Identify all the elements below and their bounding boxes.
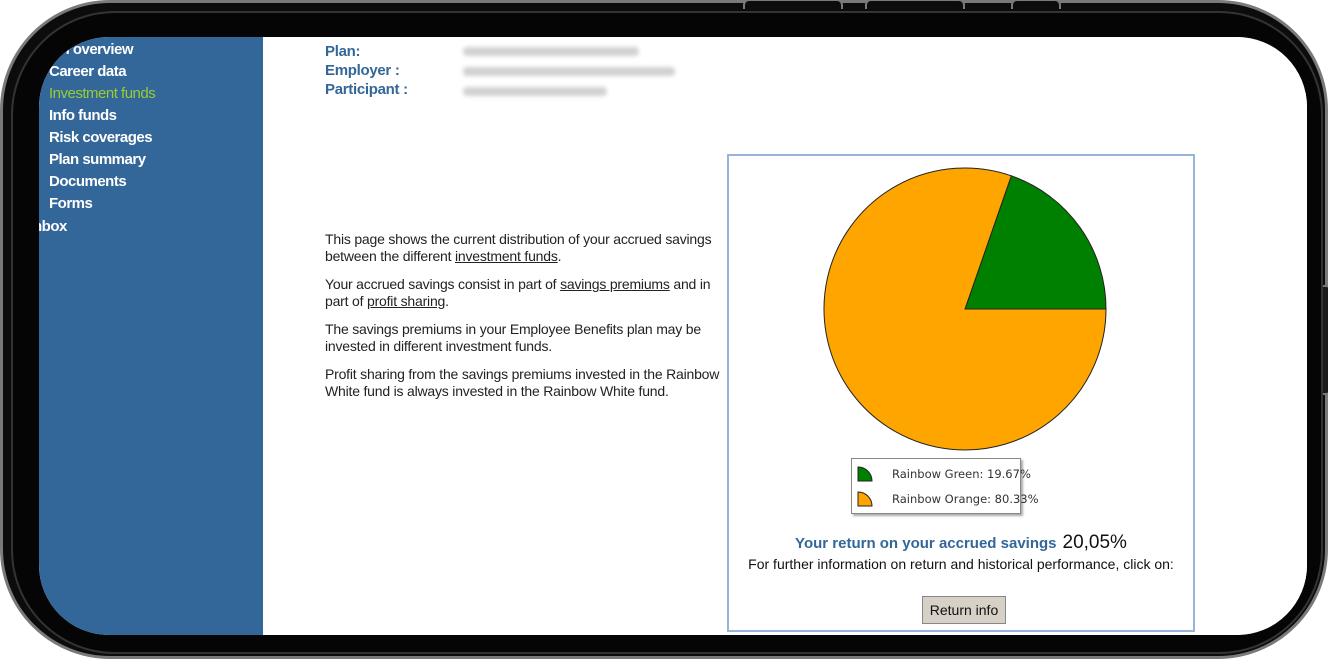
profit-sharing-link[interactable]: profit sharing	[367, 293, 445, 309]
main-content: Plan: Employer : Participant : This page…	[263, 37, 1307, 635]
intro-paragraph-3: The savings premiums in your Employee Be…	[325, 321, 701, 354]
return-info-button[interactable]: Return info	[922, 596, 1006, 624]
intro-text: This page shows the current distribution…	[325, 231, 735, 411]
volume-button	[743, 0, 843, 9]
screen: lan overview Career data Investment fund…	[39, 37, 1307, 635]
participant-label: Participant :	[325, 81, 408, 98]
sidebar-item-forms[interactable]: Forms	[49, 195, 93, 212]
sidebar-item-documents[interactable]: Documents	[49, 173, 127, 190]
sidebar-item-career-data[interactable]: Career data	[49, 63, 127, 80]
legend-label-orange: Rainbow Orange: 80.33%	[892, 492, 1039, 506]
intro-p2-end: .	[445, 293, 449, 309]
intro-paragraph-1: This page shows the current distribution…	[325, 231, 735, 265]
intro-p2-text: Your accrued savings consist in part of	[325, 276, 561, 292]
intro-p1-end: .	[557, 248, 562, 264]
plan-value-redacted	[463, 47, 639, 56]
device-frame: lan overview Career data Investment fund…	[0, 0, 1328, 659]
volume-button	[865, 0, 965, 9]
sidebar-item-plan-summary[interactable]: Plan summary	[49, 151, 146, 168]
legend-swatch-green	[857, 466, 873, 482]
intro-paragraph-2: Your accrued savings consist in part of …	[325, 276, 735, 310]
return-value: 20,05%	[1062, 532, 1127, 553]
sidebar-item-plan-overview[interactable]: lan overview	[49, 41, 134, 58]
sidebar-item-info-funds[interactable]: Info funds	[49, 107, 117, 124]
legend-label-green: Rainbow Green: 19.67%	[892, 467, 1031, 481]
employer-label: Employer :	[325, 62, 400, 79]
return-summary: Your return on your accrued savings 20,05…	[729, 532, 1193, 554]
savings-premiums-link[interactable]: savings premiums	[560, 276, 670, 292]
intro-paragraph-4: Profit sharing from the savings premiums…	[325, 366, 720, 399]
sidebar-item-inbox[interactable]: nbox	[39, 218, 67, 235]
return-label: Your return on your accrued savings	[795, 535, 1057, 552]
sidebar-item-risk-coverages[interactable]: Risk coverages	[49, 129, 153, 146]
legend-item-green: Rainbow Green: 19.67%	[856, 462, 1031, 486]
participant-value-redacted	[463, 87, 607, 96]
power-button	[1011, 0, 1061, 9]
plan-label: Plan:	[325, 43, 361, 60]
further-info-text: For further information on return and hi…	[748, 556, 1174, 572]
pie-chart	[823, 167, 1107, 451]
legend-item-orange: Rainbow Orange: 80.33%	[856, 487, 1039, 511]
chart-legend: Rainbow Green: 19.67% Rainbow Orange: 80…	[851, 458, 1039, 514]
legend-swatch-orange	[857, 491, 873, 507]
investment-funds-link[interactable]: investment funds	[455, 248, 558, 264]
employer-value-redacted	[463, 67, 675, 76]
sidebar-nav: lan overview Career data Investment fund…	[39, 37, 263, 635]
fund-distribution-panel: Rainbow Green: 19.67% Rainbow Orange: 80…	[727, 154, 1195, 632]
sidebar-item-investment-funds[interactable]: Investment funds	[49, 85, 156, 102]
